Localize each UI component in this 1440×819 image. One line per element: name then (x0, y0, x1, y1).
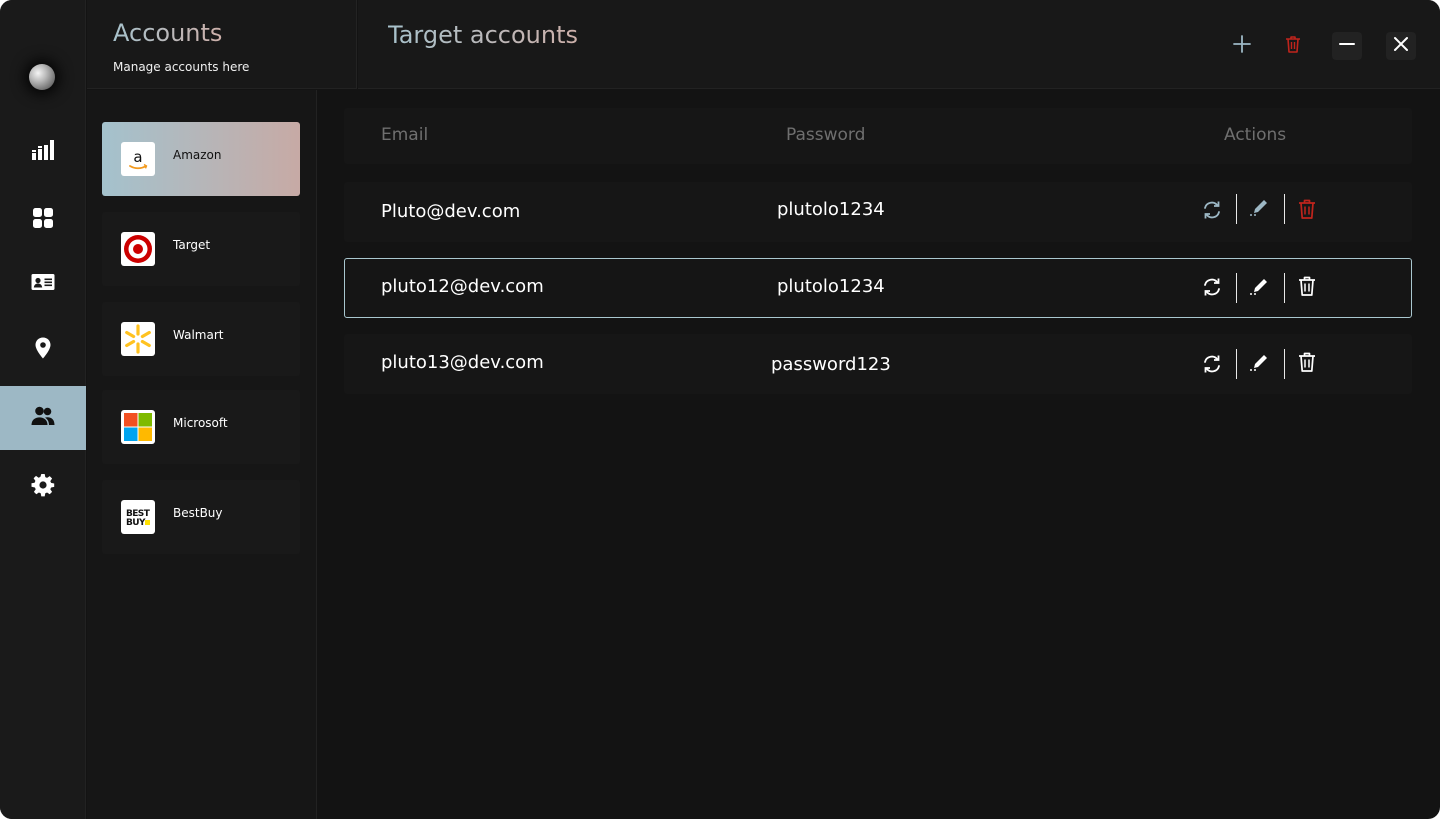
table-row[interactable]: pluto12@dev.com plutolo1234 (344, 258, 1412, 318)
accounts-table-header: Email Password Actions (344, 108, 1412, 164)
target-logo (121, 232, 155, 266)
email-cell: pluto12@dev.com (381, 276, 544, 297)
table-row[interactable]: pluto13@dev.com password123 (344, 334, 1412, 394)
amazon-logo: a (121, 142, 155, 176)
app-window: Accounts Manage accounts here Target acc… (0, 0, 1440, 819)
column-header-email: Email (381, 125, 429, 145)
refresh-icon (1201, 199, 1223, 225)
delete-icon (1296, 351, 1318, 377)
email-cell: Pluto@dev.com (381, 201, 521, 222)
table-row[interactable]: Pluto@dev.com plutolo1234 (344, 182, 1412, 242)
gear-icon (31, 473, 55, 501)
minimize-icon (1337, 34, 1357, 58)
store-item-walmart[interactable]: Walmart (102, 302, 300, 376)
refresh-icon (1201, 276, 1223, 302)
trash-icon (1283, 34, 1303, 58)
delete-button[interactable] (1295, 352, 1319, 376)
sidebar-item-profiles[interactable] (0, 252, 86, 316)
password-cell: password123 (771, 354, 891, 375)
bestbuy-logo: BEST BUY (121, 500, 155, 534)
refresh-icon (1201, 353, 1223, 379)
store-item-amazon[interactable]: a Amazon (102, 122, 300, 196)
store-item-microsoft[interactable]: Microsoft (102, 390, 300, 464)
add-account-button[interactable] (1227, 32, 1257, 60)
minimize-button[interactable] (1332, 32, 1362, 60)
id-card-icon (31, 270, 55, 298)
top-bar: Target accounts (358, 0, 1440, 89)
action-divider (1284, 194, 1285, 224)
action-divider (1236, 273, 1237, 303)
store-name: Amazon (173, 148, 222, 162)
refresh-button[interactable] (1200, 354, 1224, 378)
close-button[interactable] (1386, 32, 1416, 60)
accounts-subtitle: Manage accounts here (113, 60, 250, 74)
sidebar-rail (0, 0, 86, 819)
bar-chart-icon (31, 138, 55, 166)
edit-button[interactable] (1248, 197, 1272, 221)
map-pin-icon (31, 336, 55, 364)
page-title: Target accounts (388, 21, 578, 49)
refresh-button[interactable] (1200, 277, 1224, 301)
email-cell: pluto13@dev.com (381, 352, 544, 373)
refresh-button[interactable] (1200, 200, 1224, 224)
sidebar-item-locations[interactable] (0, 318, 86, 382)
column-header-actions: Actions (1224, 125, 1287, 145)
delete-icon (1296, 275, 1318, 301)
action-divider (1284, 273, 1285, 303)
action-divider (1236, 194, 1237, 224)
edit-icon (1249, 351, 1271, 377)
store-list: a Amazon Target Walmart Microsoft BEST BU… (87, 90, 317, 819)
store-name: BestBuy (173, 506, 223, 520)
store-name: Walmart (173, 328, 224, 342)
users-icon (31, 404, 55, 432)
password-cell: plutolo1234 (777, 276, 885, 297)
delete-button[interactable] (1295, 199, 1319, 223)
action-divider (1236, 349, 1237, 379)
plus-icon (1232, 34, 1252, 58)
store-item-bestbuy[interactable]: BEST BUY BestBuy (102, 480, 300, 554)
svg-text:BUY: BUY (126, 518, 146, 528)
sidebar-item-settings[interactable] (0, 455, 86, 519)
accounts-panel-header: Accounts Manage accounts here (87, 0, 357, 89)
sidebar-item-stats[interactable] (0, 120, 86, 184)
app-logo-orb (29, 64, 55, 90)
sidebar-item-dashboard[interactable] (0, 188, 86, 252)
delete-button[interactable] (1295, 276, 1319, 300)
delete-all-button[interactable] (1278, 32, 1308, 60)
column-header-password: Password (786, 125, 866, 145)
store-name: Target (173, 238, 211, 252)
accounts-title: Accounts (113, 19, 223, 47)
delete-icon (1296, 198, 1318, 224)
grid-icon (31, 206, 55, 234)
store-item-target[interactable]: Target (102, 212, 300, 286)
edit-icon (1249, 196, 1271, 222)
edit-button[interactable] (1248, 352, 1272, 376)
sidebar-item-accounts[interactable] (0, 386, 86, 450)
close-icon (1391, 34, 1411, 58)
walmart-logo (121, 322, 155, 356)
svg-text:a: a (133, 148, 142, 166)
action-divider (1284, 349, 1285, 379)
edit-icon (1249, 275, 1271, 301)
edit-button[interactable] (1248, 276, 1272, 300)
password-cell: plutolo1234 (777, 199, 885, 220)
microsoft-logo (121, 410, 155, 444)
store-name: Microsoft (173, 416, 228, 430)
